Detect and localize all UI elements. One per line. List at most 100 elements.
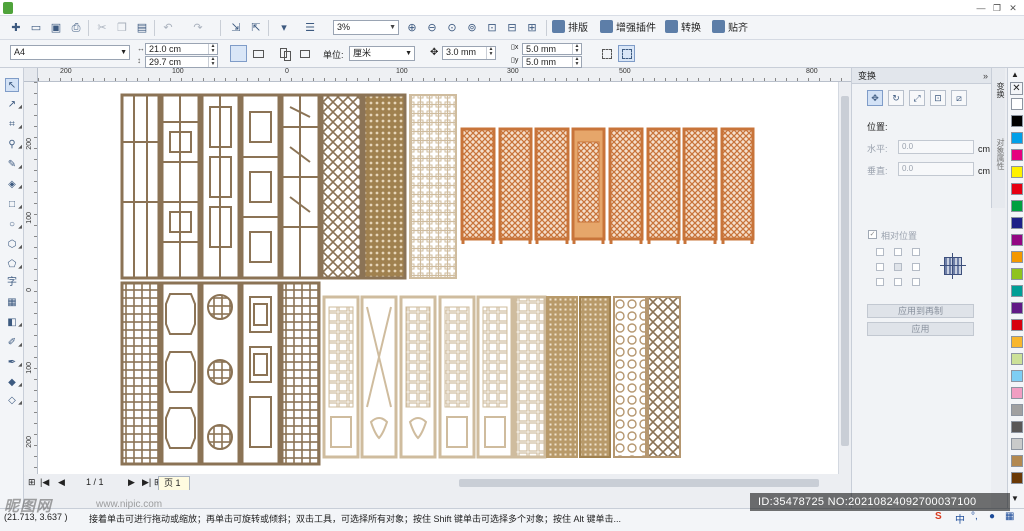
color-swatch[interactable] (1011, 268, 1023, 280)
paste-icon[interactable]: ▤ (134, 20, 150, 36)
ime-mode[interactable]: 中 (955, 511, 965, 526)
scroll-thumb[interactable] (459, 479, 819, 487)
table-tool-icon[interactable]: ▦ (5, 296, 19, 310)
color-swatch[interactable] (1011, 472, 1023, 484)
nudge-distance-field[interactable]: 3.0 mm ▲ ▼ (442, 46, 496, 60)
color-swatch[interactable] (1011, 149, 1023, 161)
application-launcher-icon[interactable]: ▾ (276, 20, 292, 36)
zoom-tool-icon[interactable]: ⚲ ◢ (5, 138, 22, 152)
vertical-field[interactable]: 0.0 (898, 162, 974, 176)
ime-logo-icon[interactable]: S (935, 511, 942, 522)
ellipse-tool-icon[interactable]: ○ ◢ (5, 218, 22, 232)
zoom-page-icon[interactable]: ⊡ (484, 20, 500, 36)
save-icon[interactable]: ▣ (48, 20, 64, 36)
first-page-icon[interactable]: ⊞ (28, 477, 36, 488)
portrait-button[interactable] (230, 45, 247, 62)
zoom-out-icon[interactable]: ⊖ (424, 20, 440, 36)
page-height-field[interactable]: 29.7 cm ▲ ▼ (145, 56, 218, 68)
duplicate-y-field[interactable]: 5.0 mm ▲ ▼ (522, 56, 582, 68)
pick-tool-icon[interactable]: ↖ (5, 78, 19, 92)
interactive-fill-icon[interactable]: ◇ ◢ (5, 394, 22, 408)
new-document-icon[interactable]: ✚ (8, 20, 24, 36)
size-mode-icon[interactable]: ⊡ (930, 90, 946, 106)
vertical-scrollbar[interactable] (838, 82, 851, 474)
vertical-ruler[interactable]: 200 100 0 100 200 (24, 82, 38, 474)
color-swatch[interactable] (1011, 336, 1023, 348)
next-page-button[interactable]: ▶ (128, 477, 135, 488)
close-button[interactable]: ✕ (1006, 2, 1020, 14)
shape-tool-icon[interactable]: ↗ ◢ (5, 98, 22, 112)
anchor-grid[interactable] (876, 248, 924, 288)
color-swatch[interactable] (1011, 166, 1023, 178)
color-swatch[interactable] (1011, 404, 1023, 416)
color-swatch[interactable] (1011, 183, 1023, 195)
print-icon[interactable]: ⎙ (68, 20, 84, 36)
color-swatch[interactable] (1011, 438, 1023, 450)
zoom-width-icon[interactable]: ⊟ (504, 20, 520, 36)
no-color-swatch[interactable]: ✕ (1010, 82, 1023, 95)
page-width-field[interactable]: 21.0 cm ▲ ▼ (145, 43, 218, 55)
color-swatch[interactable] (1011, 98, 1023, 110)
open-folder-icon[interactable]: ▭ (28, 20, 44, 36)
minimize-button[interactable]: — (974, 2, 988, 14)
current-page-icon[interactable] (296, 45, 313, 62)
zoom-all-icon[interactable]: ⊚ (464, 20, 480, 36)
tab-object-properties[interactable]: 对象属性 (993, 138, 1005, 170)
relative-position-checkbox[interactable]: ✓ (868, 230, 877, 239)
scroll-thumb[interactable] (841, 96, 849, 446)
eyedropper-icon[interactable]: ✐ ◢ (5, 336, 22, 350)
snap-button[interactable]: 贴齐 (712, 20, 748, 36)
fill-tool-icon[interactable]: ◆ ◢ (5, 376, 22, 390)
color-swatch[interactable] (1011, 455, 1023, 467)
rectangle-tool-icon[interactable]: □ ◢ (5, 198, 22, 212)
horizontal-ruler[interactable]: 200 100 0 100 300 500 800 (38, 68, 851, 82)
keyboard-icon[interactable]: ▦ (1005, 511, 1014, 522)
color-swatch[interactable] (1011, 217, 1023, 229)
apply-button[interactable]: 应用 (867, 322, 974, 336)
ruler-origin[interactable] (24, 68, 38, 82)
blend-tool-icon[interactable]: ◧ ◢ (5, 316, 22, 330)
enhance-plugin-button[interactable]: 增强插件 (600, 20, 656, 36)
convert-button[interactable]: 转换 (665, 20, 701, 36)
page-size-select[interactable]: A4 ▼ (10, 45, 130, 60)
text-tool-icon[interactable]: 字 (5, 276, 19, 290)
skew-mode-icon[interactable]: ⧄ (951, 90, 967, 106)
redo-icon[interactable]: ↷ (190, 20, 206, 36)
color-swatch[interactable] (1011, 353, 1023, 365)
lattice-artwork[interactable] (38, 82, 838, 474)
color-swatch[interactable] (1011, 302, 1023, 314)
outline-pen-icon[interactable]: ✒ ◢ (5, 356, 22, 370)
polygon-tool-icon[interactable]: ⬡ ◢ (5, 238, 22, 252)
palette-down-icon[interactable]: ▼ (1011, 494, 1019, 503)
landscape-button[interactable] (250, 45, 267, 62)
zoom-selected-icon[interactable]: ⊙ (444, 20, 460, 36)
rotate-mode-icon[interactable]: ↻ (888, 90, 904, 106)
scale-mode-icon[interactable]: ⤢ (909, 90, 925, 106)
palette-up-icon[interactable]: ▲ (1011, 70, 1019, 79)
all-pages-icon[interactable] (276, 45, 293, 62)
unit-select[interactable]: 厘米 ▼ (349, 46, 415, 61)
color-swatch[interactable] (1011, 285, 1023, 297)
color-swatch[interactable] (1011, 200, 1023, 212)
snap-grid-icon[interactable] (618, 45, 635, 62)
crop-tool-icon[interactable]: ⌗ ◢ (5, 118, 22, 132)
color-swatch[interactable] (1011, 370, 1023, 382)
first-page-button[interactable]: |◀ (40, 477, 49, 488)
duplicate-x-field[interactable]: 5.0 mm ▲ ▼ (522, 43, 582, 55)
restore-button[interactable]: ❐ (990, 2, 1004, 14)
color-swatch[interactable] (1011, 132, 1023, 144)
position-mode-icon[interactable]: ✥ (867, 90, 883, 106)
drawing-canvas[interactable] (38, 82, 838, 474)
last-page-button[interactable]: ▶| (142, 477, 151, 488)
copy-icon[interactable]: ❐ (114, 20, 130, 36)
import-icon[interactable]: ⇲ (228, 20, 244, 36)
color-swatch[interactable] (1011, 115, 1023, 127)
color-swatch[interactable] (1011, 319, 1023, 331)
undo-icon[interactable]: ↶ (160, 20, 176, 36)
color-swatch[interactable] (1011, 251, 1023, 263)
basic-shapes-icon[interactable]: ⬠ ◢ (5, 258, 22, 272)
ime-punct[interactable]: °, (971, 511, 978, 522)
cut-icon[interactable]: ✂ (94, 20, 110, 36)
color-swatch[interactable] (1011, 387, 1023, 399)
collapse-icon[interactable]: » (983, 68, 988, 84)
